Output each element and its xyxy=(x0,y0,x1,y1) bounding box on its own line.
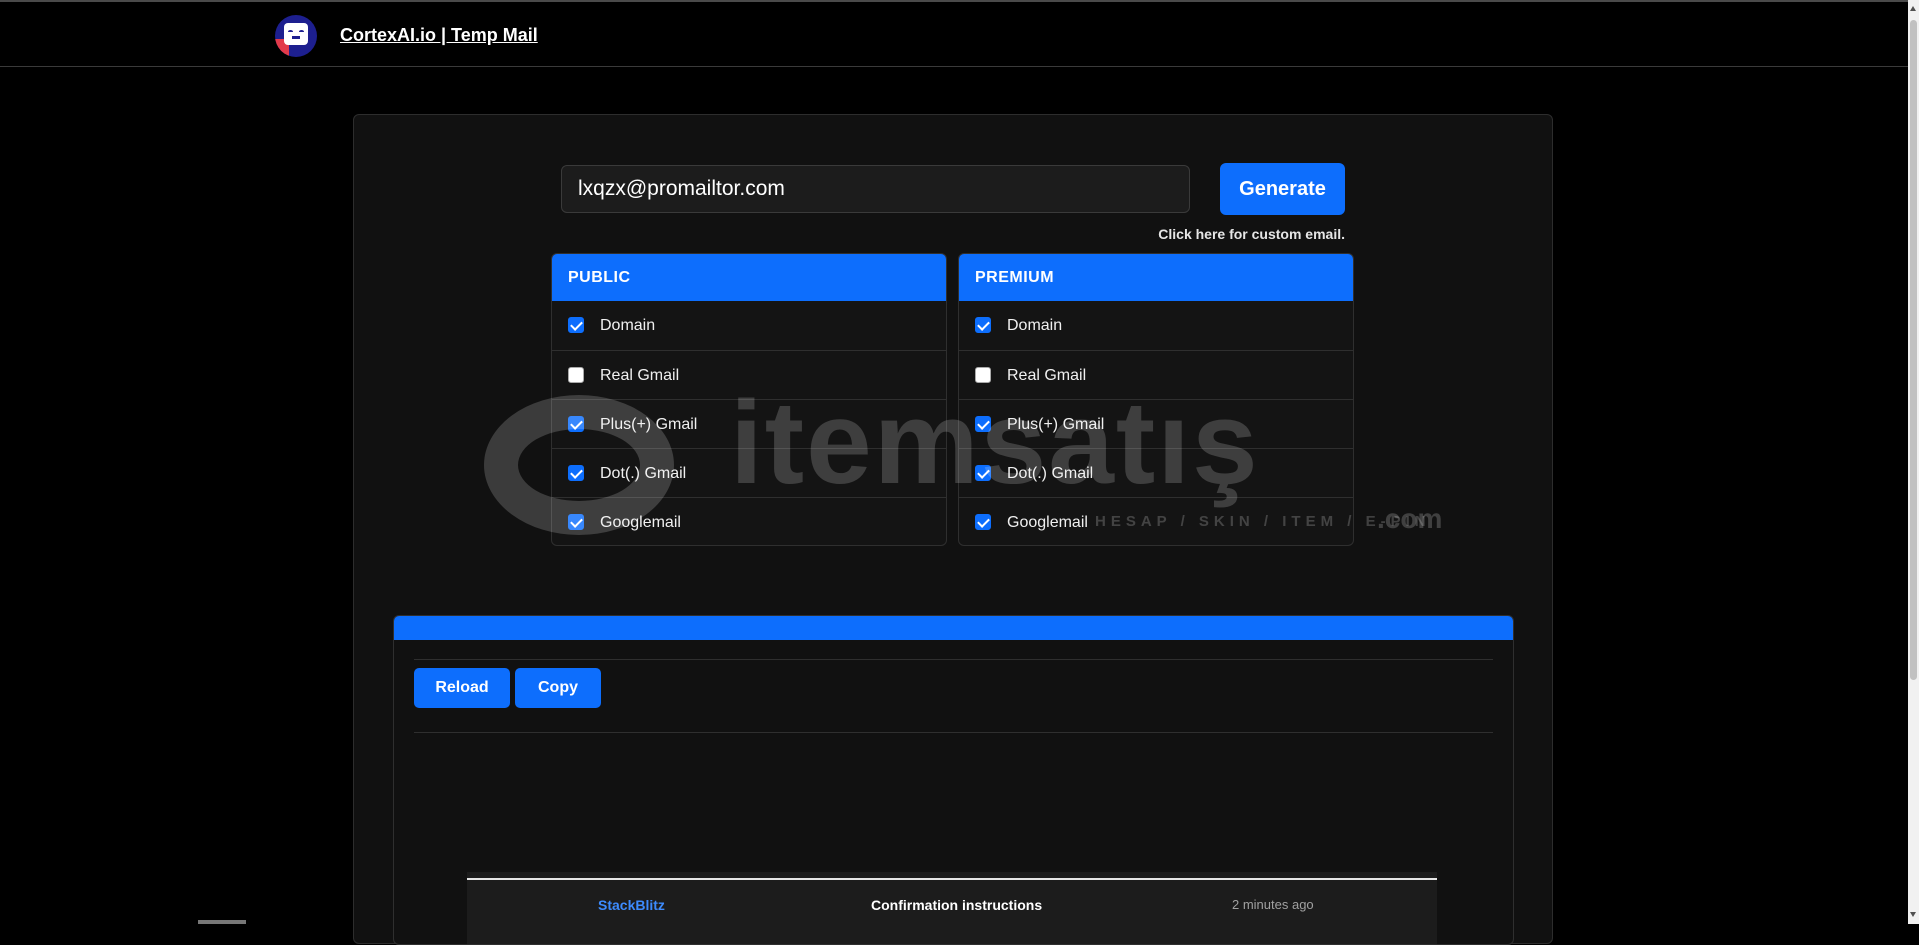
reload-button[interactable]: Reload xyxy=(414,668,510,708)
premium-option-3[interactable]: Dot(.) Gmail xyxy=(959,448,1353,497)
email-input[interactable] xyxy=(561,165,1190,213)
custom-email-link[interactable]: Click here for custom email. xyxy=(1140,226,1345,242)
option-label: Dot(.) Gmail xyxy=(600,465,687,482)
inbox-header xyxy=(394,616,1513,640)
checkbox[interactable] xyxy=(568,317,584,333)
option-label: Domain xyxy=(1007,317,1063,334)
divider-bottom xyxy=(414,732,1493,733)
scroll-up-arrow-icon[interactable] xyxy=(1910,6,1916,11)
public-option-2[interactable]: Plus(+) Gmail xyxy=(552,399,946,448)
checkbox[interactable] xyxy=(568,465,584,481)
brand-link[interactable]: CortexAI.io | Temp Mail xyxy=(340,25,538,46)
option-label: Domain xyxy=(600,317,656,334)
scrollbar-thumb[interactable] xyxy=(1910,20,1917,680)
mail-subject: Confirmation instructions xyxy=(871,897,1043,913)
horizontal-scrollbar-thumb[interactable] xyxy=(198,920,246,924)
checkbox[interactable] xyxy=(568,367,584,383)
premium-option-0[interactable]: Domain xyxy=(959,301,1353,350)
navbar: CortexAI.io | Temp Mail xyxy=(0,2,1908,67)
inbox-card: Reload Copy StackBlitz Confirmation inst… xyxy=(393,615,1514,945)
checkbox[interactable] xyxy=(568,416,584,432)
checkbox[interactable] xyxy=(975,514,991,530)
checkbox[interactable] xyxy=(568,514,584,530)
option-label: Googlemail xyxy=(1007,514,1088,531)
public-option-0[interactable]: Domain xyxy=(552,301,946,350)
logo-eye-left xyxy=(288,30,293,33)
divider-top xyxy=(414,659,1493,660)
scroll-down-arrow-icon[interactable] xyxy=(1910,912,1916,917)
generate-button[interactable]: Generate xyxy=(1220,163,1345,215)
option-label: Plus(+) Gmail xyxy=(1007,416,1105,433)
option-label: Googlemail xyxy=(600,514,681,531)
option-label: Real Gmail xyxy=(1007,367,1087,384)
checkbox[interactable] xyxy=(975,465,991,481)
checkbox[interactable] xyxy=(975,416,991,432)
robot-logo-icon[interactable] xyxy=(275,15,317,57)
vertical-scrollbar[interactable] xyxy=(1908,0,1919,924)
option-label: Real Gmail xyxy=(600,367,680,384)
public-options-title: PUBLIC xyxy=(552,254,946,301)
option-label: Plus(+) Gmail xyxy=(600,416,698,433)
checkbox[interactable] xyxy=(975,317,991,333)
checkbox[interactable] xyxy=(975,367,991,383)
premium-option-1[interactable]: Real Gmail xyxy=(959,350,1353,399)
mail-time: 2 minutes ago xyxy=(1232,897,1314,912)
public-option-1[interactable]: Real Gmail xyxy=(552,350,946,399)
premium-options-title: PREMIUM xyxy=(959,254,1353,301)
public-options-card: PUBLIC Domain Real Gmail Plus(+) Gmail Dot(… xyxy=(551,253,947,546)
copy-button[interactable]: Copy xyxy=(515,668,601,708)
premium-option-2[interactable]: Plus(+) Gmail xyxy=(959,399,1353,448)
option-label: Dot(.) Gmail xyxy=(1007,465,1094,482)
mail-table: StackBlitz Confirmation instructions 2 m… xyxy=(467,872,1437,944)
mail-table-border xyxy=(467,878,1437,880)
logo-eye-right xyxy=(299,30,304,33)
public-option-4[interactable]: Googlemail xyxy=(552,497,946,545)
premium-option-4[interactable]: Googlemail xyxy=(959,497,1353,545)
logo-face xyxy=(284,23,308,45)
mail-sender[interactable]: StackBlitz xyxy=(598,897,665,913)
public-option-3[interactable]: Dot(.) Gmail xyxy=(552,448,946,497)
logo-mouth xyxy=(292,36,300,39)
premium-options-card: PREMIUM Domain Real Gmail Plus(+) Gmail Dot… xyxy=(958,253,1354,546)
